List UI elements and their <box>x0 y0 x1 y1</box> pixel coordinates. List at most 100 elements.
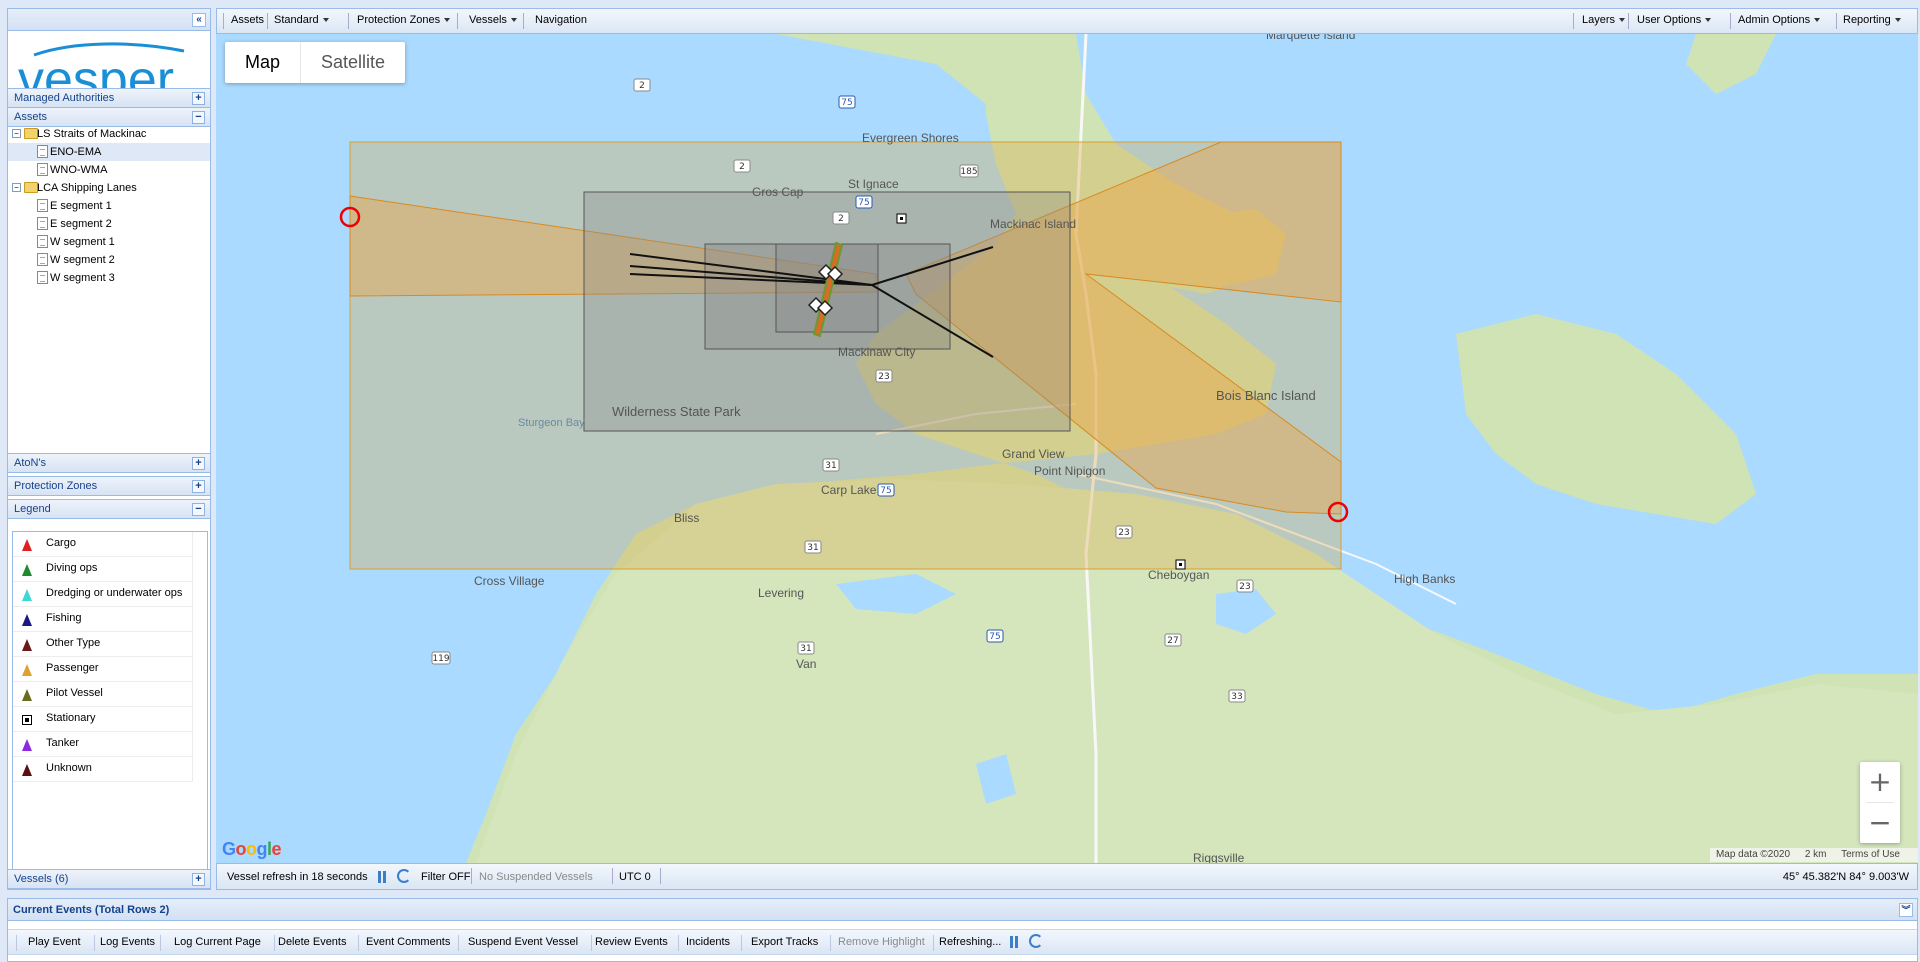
legend-label: Other Type <box>46 637 101 649</box>
expand-icon[interactable]: + <box>192 480 205 493</box>
tree-item-wno-wma[interactable]: WNO-WMA <box>8 161 210 179</box>
collapse-icon[interactable]: − <box>192 111 205 124</box>
marquette-island <box>1686 34 1776 94</box>
vessels-header[interactable]: Vessels (6) + <box>8 869 210 889</box>
menu-standard[interactable]: Standard <box>274 14 329 26</box>
toolbar-separator <box>358 935 359 951</box>
menu-label: Vessels <box>469 14 507 26</box>
managed-authorities-header[interactable]: Managed Authorities + <box>8 88 210 108</box>
map-type-control: Map Satellite <box>225 42 406 83</box>
map-canvas[interactable]: Marquette Island Evergreen Shores St Ign… <box>216 34 1918 863</box>
remove-highlight-button[interactable]: Remove Highlight <box>838 936 925 948</box>
tree-folder-lca-shipping[interactable]: − LCA Shipping Lanes <box>8 179 210 197</box>
play-event-button[interactable]: Play Event <box>28 936 81 948</box>
menu-reporting[interactable]: Reporting <box>1843 14 1901 26</box>
menu-protection-zones[interactable]: Protection Zones <box>357 14 451 26</box>
toolbar-separator <box>1628 13 1629 29</box>
toolbar-separator <box>1573 13 1574 29</box>
events-panel: Current Events (Total Rows 2) ︾ Play Eve… <box>7 898 1918 962</box>
tree-label: LCA Shipping Lanes <box>37 182 137 194</box>
map-graphics: Marquette Island Evergreen Shores St Ign… <box>339 34 1918 863</box>
highway-shield: 31 <box>797 641 815 655</box>
log-current-page-button[interactable]: Log Current Page <box>174 936 261 948</box>
tree-collapse-icon[interactable]: − <box>12 183 21 192</box>
terms-link[interactable]: Terms of Use <box>1841 849 1900 860</box>
refresh-icon[interactable] <box>1029 934 1043 948</box>
highway-number: 33 <box>1231 692 1242 702</box>
tree-collapse-icon[interactable]: − <box>12 129 21 138</box>
stationary-marker-dot <box>1179 563 1182 566</box>
highway-shield: 2 <box>733 159 751 173</box>
delete-events-button[interactable]: Delete Events <box>278 936 346 948</box>
pause-icon[interactable] <box>377 871 387 883</box>
log-events-button[interactable]: Log Events <box>100 936 155 948</box>
incidents-button[interactable]: Incidents <box>686 936 730 948</box>
collapse-left-panel-icon[interactable]: « <box>192 13 206 27</box>
menu-assets[interactable]: Assets <box>231 14 264 26</box>
suspend-event-vessel-button[interactable]: Suspend Event Vessel <box>468 936 578 948</box>
legend-header[interactable]: Legend − <box>8 499 210 519</box>
zoom-out-button[interactable]: − <box>1860 803 1900 843</box>
atons-header[interactable]: AtoN's + <box>8 453 210 473</box>
highway-number: 2 <box>739 162 745 172</box>
expand-icon[interactable]: + <box>192 873 205 886</box>
toolbar-separator <box>348 13 349 29</box>
pause-icon[interactable] <box>1009 936 1019 948</box>
place-label: Marquette Island <box>1266 34 1355 42</box>
tree-item-w-segment-3[interactable]: W segment 3 <box>8 269 210 287</box>
legend-label: Diving ops <box>46 562 98 574</box>
collapse-icon[interactable]: − <box>192 503 205 516</box>
tree-item-w-segment-2[interactable]: W segment 2 <box>8 251 210 269</box>
menu-vessels[interactable]: Vessels <box>469 14 517 26</box>
unknown-vessel-icon <box>22 764 32 776</box>
event-comments-button[interactable]: Event Comments <box>366 936 450 948</box>
legend-item-pilot: Pilot Vessel <box>13 682 193 707</box>
protection-zones-header[interactable]: Protection Zones + <box>8 476 210 496</box>
expand-icon[interactable]: + <box>192 457 205 470</box>
legend-item-cargo: Cargo <box>13 532 193 557</box>
refresh-icon[interactable] <box>397 869 411 883</box>
tree-item-eno-ema[interactable]: ENO-EMA <box>8 143 210 161</box>
legend-label: Dredging or underwater ops <box>46 587 183 599</box>
legend-label: Legend <box>14 503 51 515</box>
toolbar-separator <box>678 935 679 951</box>
tree-item-e-segment-2[interactable]: E segment 2 <box>8 215 210 233</box>
menu-label: Admin Options <box>1738 14 1811 26</box>
place-label: Gros Cap <box>752 185 804 199</box>
place-label: Cheboygan <box>1148 568 1209 582</box>
toolbar-separator <box>1730 13 1731 29</box>
collapse-events-icon[interactable]: ︾ <box>1899 903 1913 917</box>
menu-label: Standard <box>274 14 319 26</box>
review-events-button[interactable]: Review Events <box>595 936 668 948</box>
zoom-in-button[interactable]: + <box>1860 762 1900 802</box>
tree-item-w-segment-1[interactable]: W segment 1 <box>8 233 210 251</box>
highway-shield: 23 <box>1236 579 1254 593</box>
menu-user-options[interactable]: User Options <box>1637 14 1712 26</box>
highway-number: 185 <box>960 167 977 177</box>
export-tracks-button[interactable]: Export Tracks <box>751 936 818 948</box>
legend-label: Unknown <box>46 762 92 774</box>
tree-folder-ls-straits[interactable]: − LS Straits of Mackinac <box>8 125 210 143</box>
legend-item-other: Other Type <box>13 632 193 657</box>
highway-shield: 2 <box>633 78 651 92</box>
tree-label: W segment 1 <box>50 236 115 248</box>
map-type-map-button[interactable]: Map <box>225 42 302 83</box>
dredging-vessel-icon <box>22 589 32 601</box>
expand-icon[interactable]: + <box>192 92 205 105</box>
assets-header[interactable]: Assets − <box>8 107 210 127</box>
place-label: Wilderness State Park <box>612 404 741 419</box>
toolbar-separator <box>274 935 275 951</box>
place-label: Cross Village <box>474 574 545 588</box>
map-type-satellite-button[interactable]: Satellite <box>301 42 405 83</box>
filter-status[interactable]: Filter OFF <box>421 871 471 883</box>
highway-number: 75 <box>989 632 1000 642</box>
tree-item-e-segment-1[interactable]: E segment 1 <box>8 197 210 215</box>
menu-admin-options[interactable]: Admin Options <box>1738 14 1821 26</box>
legend-label: Tanker <box>46 737 80 749</box>
place-label: Bois Blanc Island <box>1216 388 1316 403</box>
status-separator <box>660 868 661 884</box>
highway-shield: 31 <box>822 458 840 472</box>
menu-navigation[interactable]: Navigation <box>535 14 587 26</box>
menu-layers[interactable]: Layers <box>1582 14 1626 26</box>
passenger-vessel-icon <box>22 664 32 676</box>
